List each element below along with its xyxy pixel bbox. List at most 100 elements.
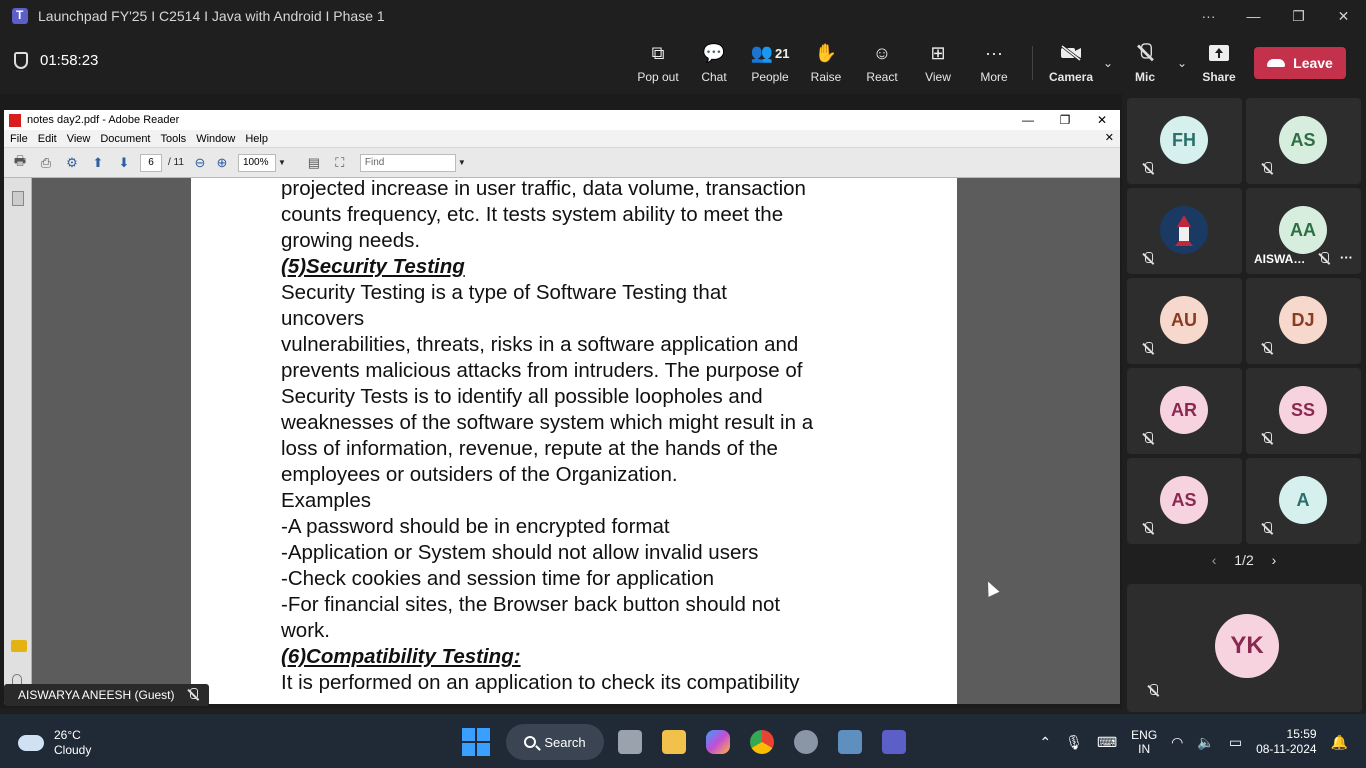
camera-label: Camera <box>1048 70 1094 84</box>
view-button[interactable]: ⊞ View <box>910 32 966 94</box>
react-button[interactable]: ☺ React <box>854 32 910 94</box>
participants-panel: ‹ 1/2 › YK FH AS AA AISWA… ··· AU DJ AR SS AS A <box>1122 94 1366 714</box>
phone-hangup-icon <box>1267 59 1286 67</box>
camera-options-chevron-icon[interactable]: ⌄ <box>1099 32 1117 94</box>
mic-off-icon <box>1142 432 1154 446</box>
people-glyph: 👥 <box>750 42 773 63</box>
next-page-chevron-icon[interactable]: › <box>1272 552 1277 568</box>
minimize-button[interactable]: — <box>1231 0 1276 32</box>
teams-meeting-window: Launchpad FY'25 I C2514 I Java with Andr… <box>0 0 1366 768</box>
camera-button[interactable]: Camera <box>1043 32 1099 94</box>
chrome-icon[interactable] <box>744 724 780 760</box>
file-explorer-icon[interactable] <box>656 724 692 760</box>
participant-tile[interactable]: A <box>1246 458 1361 544</box>
page-number-field[interactable]: 6 <box>140 153 162 172</box>
microphone-icon[interactable]: 🎙 <box>1065 734 1083 751</box>
menu-document[interactable]: Document <box>100 133 150 145</box>
pages-icon[interactable] <box>12 191 24 206</box>
adobe-minimize-button[interactable]: — <box>1010 110 1046 130</box>
export-icon[interactable]: ⎙ <box>36 154 56 172</box>
previous-page-icon[interactable]: ⬆ <box>88 154 108 172</box>
menu-edit[interactable]: Edit <box>38 133 57 145</box>
mic-off-icon <box>1261 522 1273 536</box>
find-dropdown-icon[interactable]: ▼ <box>458 158 466 167</box>
zoom-out-icon[interactable]: ⊖ <box>190 154 210 172</box>
print-icon[interactable]: 🖶 <box>10 153 30 172</box>
menu-help[interactable]: Help <box>245 133 268 145</box>
language-indicator[interactable]: ENG IN <box>1131 728 1157 756</box>
adobe-maximize-button[interactable]: ❐ <box>1047 110 1083 130</box>
close-document-icon[interactable]: ✕ <box>1105 131 1114 144</box>
task-view-icon[interactable] <box>612 724 648 760</box>
weather-widget[interactable]: 26°C Cloudy <box>18 728 91 758</box>
chat-button[interactable]: 💬 Chat <box>686 32 742 94</box>
adobe-toolbar: 🖶 ⎙ ⚙ ⬆ ⬇ 6 / 11 ⊖ ⊕ 100% ▼ ▤ ⛶ Find ▼ <box>4 148 1120 178</box>
page-text: projected increase in user traffic, data… <box>281 178 941 696</box>
windows-start-icon[interactable] <box>462 728 490 756</box>
menu-file[interactable]: File <box>10 133 28 145</box>
participant-tile[interactable]: AS <box>1127 458 1242 544</box>
presenter-name: AISWARYA ANEESH (Guest) <box>18 688 175 702</box>
participant-tile[interactable]: SS <box>1246 368 1361 454</box>
navigation-pane <box>4 178 32 704</box>
zoom-in-icon[interactable]: ⊕ <box>212 154 232 172</box>
more-options-icon[interactable]: ··· <box>1186 0 1231 32</box>
copilot-icon[interactable] <box>700 724 736 760</box>
vertical-scrollbar[interactable] <box>1112 178 1120 704</box>
mic-options-chevron-icon[interactable]: ⌄ <box>1173 32 1191 94</box>
menu-view[interactable]: View <box>67 133 91 145</box>
photos-icon[interactable] <box>832 724 868 760</box>
pop-out-button[interactable]: ⧉ Pop out <box>630 32 686 94</box>
participant-tile[interactable]: AU <box>1127 278 1242 364</box>
zoom-field[interactable]: 100% <box>237 153 276 172</box>
system-tray: ⌃ 🎙 ⌨ ENG IN ◠ 🔈 ▭ 15:59 08-11-2024 🔔 <box>1039 724 1348 760</box>
participant-tile[interactable] <box>1127 188 1242 274</box>
leave-button[interactable]: Leave <box>1254 47 1346 79</box>
comments-icon[interactable] <box>11 640 27 652</box>
participant-more-icon[interactable]: ··· <box>1340 250 1353 265</box>
people-button[interactable]: 👥 21 People <box>742 32 798 94</box>
view-label: View <box>925 70 951 84</box>
title-bar: Launchpad FY'25 I C2514 I Java with Andr… <box>0 0 1366 32</box>
volume-icon[interactable]: 🔈 <box>1197 734 1214 751</box>
share-icon <box>1207 42 1231 64</box>
keyboard-icon[interactable]: ⌨ <box>1097 734 1117 751</box>
notification-bell-icon[interactable]: 🔔 <box>1331 734 1348 751</box>
teams-taskbar-icon[interactable] <box>876 724 912 760</box>
text-line: Security Testing is a type of Software T… <box>281 281 727 304</box>
menu-tools[interactable]: Tools <box>161 133 187 145</box>
avatar: AR <box>1160 386 1208 434</box>
meeting-timer: 01:58:23 <box>14 52 98 69</box>
settings-icon[interactable] <box>788 724 824 760</box>
participant-tile[interactable]: AR <box>1127 368 1242 454</box>
previous-page-chevron-icon[interactable]: ‹ <box>1212 552 1217 568</box>
mic-button[interactable]: Mic <box>1117 32 1173 94</box>
teams-icon <box>12 8 28 24</box>
share-button[interactable]: Share <box>1191 32 1247 94</box>
fit-width-icon[interactable]: ⛶ <box>330 154 350 172</box>
taskbar-apps: Search <box>462 724 912 760</box>
chevron-up-icon[interactable]: ⌃ <box>1039 734 1051 751</box>
more-button[interactable]: ··· More <box>966 32 1022 94</box>
text-line: projected increase in user traffic, data… <box>281 178 806 200</box>
fit-page-icon[interactable]: ▤ <box>304 154 324 172</box>
find-field[interactable]: Find <box>359 153 456 172</box>
participant-tile-large[interactable]: YK <box>1127 584 1362 712</box>
next-page-icon[interactable]: ⬇ <box>114 154 134 172</box>
collaborate-icon[interactable]: ⚙ <box>62 154 82 172</box>
close-button[interactable]: ✕ <box>1321 0 1366 32</box>
adobe-close-button[interactable]: ✕ <box>1084 110 1120 130</box>
taskbar-search[interactable]: Search <box>506 724 604 760</box>
wifi-icon[interactable]: ◠ <box>1171 734 1183 751</box>
menu-window[interactable]: Window <box>196 133 235 145</box>
clock[interactable]: 15:59 08-11-2024 <box>1256 727 1317 757</box>
battery-icon[interactable]: ▭ <box>1229 734 1242 751</box>
participant-tile[interactable]: FH <box>1127 98 1242 184</box>
participant-tile[interactable]: AS <box>1246 98 1361 184</box>
zoom-dropdown-icon[interactable]: ▼ <box>278 158 286 167</box>
raise-hand-button[interactable]: ✋ Raise <box>798 32 854 94</box>
participant-tile[interactable]: DJ <box>1246 278 1361 364</box>
maximize-button[interactable]: ❐ <box>1276 0 1321 32</box>
participant-tile[interactable]: AA AISWA… ··· <box>1246 188 1361 274</box>
leave-label: Leave <box>1293 55 1333 71</box>
